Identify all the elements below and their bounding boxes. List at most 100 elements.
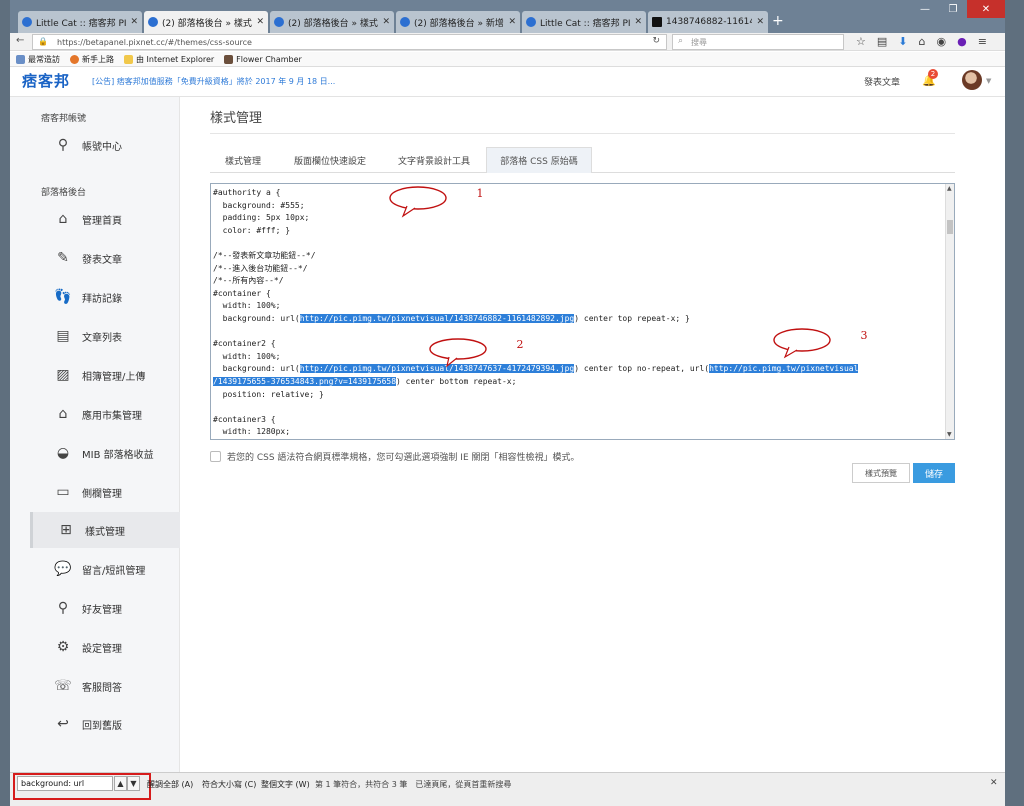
bookmark-label: 新手上路 <box>82 54 114 64</box>
sidebar-item-post-list[interactable]: ▤ 文章列表 <box>30 318 180 354</box>
announcement-link[interactable]: [公告] 痞客邦加值服務「免費升級資格」將於 2017 年 9 月 18 日..… <box>92 76 335 87</box>
compat-mode-checkbox[interactable] <box>210 451 221 462</box>
sidebar-item-label: 應用市集管理 <box>82 410 142 422</box>
pixnet-icon <box>400 17 410 27</box>
new-tab-icon[interactable]: + <box>772 13 784 29</box>
close-icon[interactable]: ✕ <box>256 17 264 27</box>
back-icon[interactable]: ← <box>16 35 24 46</box>
close-icon[interactable]: ✕ <box>508 17 516 27</box>
browser-tab-1[interactable]: Little Cat :: 痞客邦 PIXNET :: ✕ <box>18 11 142 33</box>
code-text: position: relative; } <box>213 389 324 399</box>
flower-chamber-icon <box>224 54 234 64</box>
bookmark-item[interactable]: Flower Chamber <box>224 54 302 64</box>
scrollbar[interactable]: ▲ ▼ <box>945 184 954 439</box>
compat-mode-label: 若您的 CSS 語法符合網頁標準規格，您可勾選此選項強制 IE 關閉「相容性檢視… <box>227 453 580 463</box>
tab-layout-quick-settings[interactable]: 版面欄位快速設定 <box>280 147 380 173</box>
sidebar-item-support[interactable]: ☏ 客服問答 <box>30 668 180 704</box>
match-case-toggle[interactable]: 符合大小寫 (C) <box>202 779 256 790</box>
pocket-icon[interactable]: ◉ <box>936 35 946 48</box>
chat-icon: 💬 <box>54 561 72 577</box>
whole-words-toggle[interactable]: 整個文字 (W) <box>261 779 310 790</box>
code-text: #container3 { <box>213 414 276 424</box>
browser-tab-3[interactable]: (2) 部落格後台 » 樣式管理 :: ✕ <box>270 11 394 33</box>
browser-tab-2[interactable]: (2) 部落格後台 » 樣式管理 :: ✕ <box>144 11 268 33</box>
sidebar-item-comments[interactable]: 💬 留言/短訊管理 <box>30 551 180 587</box>
chevron-down-icon[interactable]: ▼ <box>127 776 140 791</box>
close-icon[interactable]: ✕ <box>382 17 390 27</box>
avatar[interactable] <box>962 70 982 90</box>
tab-text-bg-designer[interactable]: 文字背景設計工具 <box>386 147 482 173</box>
browser-search-input[interactable]: ⌕ 搜尋 <box>672 34 844 50</box>
code-line: /*--發表新文章功能鈕--*/ <box>213 250 858 263</box>
find-bar: background: url ▲ ▼ 醒調全部 (A) 符合大小寫 (C) 整… <box>10 772 1005 806</box>
tab-strip: Little Cat :: 痞客邦 PIXNET :: ✕ (2) 部落格後台 … <box>10 0 1005 33</box>
css-source-textarea[interactable]: #authority a { background: #555; padding… <box>210 183 955 440</box>
bookmark-item[interactable]: 新手上路 <box>70 54 114 65</box>
clipboard-icon[interactable]: ▤ <box>877 35 887 48</box>
style-preview-button[interactable]: 樣式預覽 <box>852 463 910 483</box>
sidebar-item-account-center[interactable]: ⚲ 帳號中心 <box>30 127 180 163</box>
browser-tab-4[interactable]: (2) 部落格後台 » 新增文章 :: ✕ <box>396 11 520 33</box>
post-article-link[interactable]: 發表文章 <box>864 75 900 88</box>
window-frame-left <box>0 0 10 806</box>
code-text: width: 1280px; <box>213 427 291 437</box>
main-content: 樣式管理 樣式管理 版面欄位快速設定 文字背景設計工具 部落格 CSS 原始碼 … <box>180 97 1005 772</box>
close-icon[interactable]: ✕ <box>130 17 138 27</box>
home-icon[interactable]: ⌂ <box>919 35 926 48</box>
page-title: 樣式管理 <box>210 111 263 126</box>
code-line: width: 1280px; <box>213 426 858 439</box>
bookmark-item[interactable]: 由 Internet Explorer <box>124 54 214 65</box>
sidebar-item-label: 相簿管理/上傳 <box>82 371 146 383</box>
chevron-up-icon[interactable]: ▲ <box>114 776 127 791</box>
maximize-icon[interactable]: ❐ <box>939 0 967 18</box>
close-icon[interactable]: ✕ <box>634 17 642 27</box>
sidebar-item-style-manage[interactable]: ⊞ 樣式管理 <box>30 512 180 548</box>
minimize-icon[interactable]: — <box>911 0 939 18</box>
scroll-up-icon[interactable]: ▲ <box>947 185 952 192</box>
tab-css-source[interactable]: 部落格 CSS 原始碼 <box>486 147 592 173</box>
find-input[interactable]: background: url <box>17 776 113 791</box>
reload-icon[interactable]: ↻ <box>652 36 660 46</box>
scroll-thumb[interactable] <box>947 220 953 234</box>
sidebar-item-revenue[interactable]: ◒ MIB 部落格收益 <box>30 435 180 471</box>
sidebar-item-dashboard[interactable]: ⌂ 管理首頁 <box>30 201 180 237</box>
code-text: ) center top no-repeat, url( <box>574 364 710 374</box>
bookmark-star-icon[interactable]: ☆ <box>856 35 866 48</box>
sidebar-item-visit-log[interactable]: 👣 拜訪記錄 <box>30 279 180 315</box>
address-bar[interactable]: 🔒 https://betapanel.pixnet.cc/#/themes/c… <box>32 34 667 50</box>
browser-tab-5[interactable]: Little Cat :: 痞客邦 PIXNET :: ✕ <box>522 11 646 33</box>
sidebar-item-new-post[interactable]: ✎ 發表文章 <box>30 240 180 276</box>
sidebar-item-sidebar-manage[interactable]: ▭ 側欄管理 <box>30 474 180 510</box>
sidebar-item-label: 客服問答 <box>82 682 122 694</box>
pixnet-logo[interactable]: 痞客邦 <box>22 70 70 90</box>
code-line: position: relative; } <box>213 389 858 402</box>
bookmark-item[interactable]: 最常造訪 <box>16 54 60 65</box>
url-text: https://betapanel.pixnet.cc/#/themes/css… <box>57 37 252 47</box>
highlight-all-toggle[interactable]: 醒調全部 (A) <box>147 779 193 790</box>
menu-icon[interactable]: ≡ <box>978 35 987 48</box>
sidebar-icon: ▭ <box>56 484 70 500</box>
close-icon[interactable]: ✕ <box>756 17 764 27</box>
yahoo-icon[interactable]: ● <box>957 35 967 48</box>
user-key-icon: ⚲ <box>57 137 69 153</box>
sidebar-item-label: 樣式管理 <box>85 526 125 538</box>
save-button[interactable]: 儲存 <box>913 463 955 483</box>
sidebar-item-friends[interactable]: ⚲ 好友管理 <box>30 590 180 626</box>
scroll-down-icon[interactable]: ▼ <box>947 431 952 438</box>
close-icon[interactable]: ✕ <box>990 778 998 788</box>
image-icon <box>652 17 662 27</box>
sidebar-item-app-market[interactable]: ⌂ 應用市集管理 <box>30 396 180 432</box>
sidebar-item-old-version[interactable]: ↩ 回到舊版 <box>30 706 180 742</box>
browser-tab-label: (2) 部落格後台 » 樣式管理 :: <box>162 18 252 29</box>
close-window-icon[interactable]: ✕ <box>967 0 1005 18</box>
browser-tab-6[interactable]: 1438746882-1161482892.j ✕ <box>648 11 768 33</box>
download-icon[interactable]: ⬇ <box>898 35 907 48</box>
chevron-down-icon[interactable]: ▼ <box>986 77 991 85</box>
sidebar-item-album[interactable]: ▨ 相簿管理/上傳 <box>30 357 180 393</box>
tab-style-manage[interactable]: 樣式管理 <box>210 147 276 173</box>
divider <box>210 133 955 134</box>
bookmark-label: 由 Internet Explorer <box>136 54 215 64</box>
sidebar-item-settings[interactable]: ⚙ 設定管理 <box>30 629 180 665</box>
